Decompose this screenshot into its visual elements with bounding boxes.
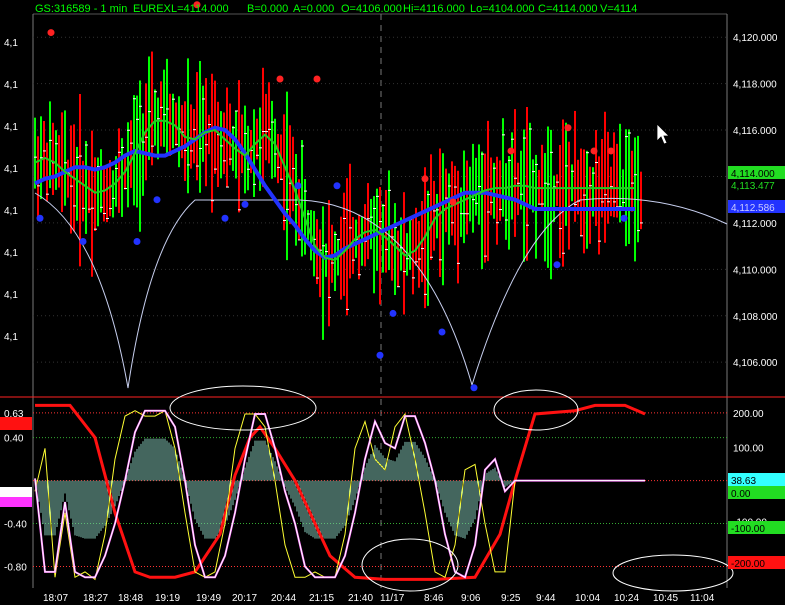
annotation-ellipse xyxy=(612,554,734,592)
swing-high-marker xyxy=(313,75,321,83)
osc-left-tick-label: 0.40 xyxy=(4,434,24,445)
swing-high-marker xyxy=(276,75,284,83)
swing-low-marker xyxy=(153,196,161,204)
swing-high-marker xyxy=(507,147,515,155)
swing-high-marker xyxy=(449,198,457,206)
osc-right-tick-label: 100.00 xyxy=(733,443,764,454)
osc-m004-box xyxy=(0,497,32,507)
x-tick-label: 21:40 xyxy=(348,593,373,604)
price-tick-label: 4,106.000 xyxy=(733,358,778,369)
x-tick-label: 9:06 xyxy=(461,593,481,604)
swing-low-marker xyxy=(294,182,302,190)
x-tick-label: 9:44 xyxy=(536,593,556,604)
swing-low-marker xyxy=(36,214,44,222)
price-left-tick-label: 4,1 xyxy=(4,122,18,133)
header-low: Lo=4104.000 xyxy=(470,3,535,15)
x-tick-label: 9:25 xyxy=(501,593,521,604)
price-left-tick-label: 4,1 xyxy=(4,206,18,217)
x-tick-label: 8:46 xyxy=(424,593,444,604)
swing-low-marker xyxy=(241,200,249,208)
swing-low-marker xyxy=(79,237,87,245)
x-tick-label: 11:04 xyxy=(690,593,715,604)
x-tick-label: 18:27 xyxy=(83,593,108,604)
x-tick-label: 10:04 xyxy=(575,593,600,604)
price-left-tick-label: 4,1 xyxy=(4,80,18,91)
price-tick-label: 4,108.000 xyxy=(733,312,778,323)
x-tick-label: 11/17 xyxy=(380,593,405,604)
swing-high-marker xyxy=(47,29,55,37)
header-volume: V=4114 xyxy=(600,3,637,15)
price-left-tick-label: 4,1 xyxy=(4,248,18,259)
header-close: C=4114.000 xyxy=(538,3,597,15)
cursor-icon xyxy=(656,123,670,145)
x-tick-label: 18:48 xyxy=(118,593,143,604)
osc-left-tick-label: -0.80 xyxy=(4,563,27,574)
osc-004-box xyxy=(0,487,32,497)
price-bars xyxy=(34,51,643,340)
swing-low-marker xyxy=(221,214,229,222)
header-symbol: GS:316589 - 1 min xyxy=(35,3,127,15)
swing-low-marker xyxy=(470,384,478,392)
price-left-tick-label: 4,1 xyxy=(4,38,18,49)
osc-left-tick-label: 0.04 xyxy=(4,472,24,483)
header-ask: A=0.000 xyxy=(293,3,334,15)
header-open: O=4106.000 xyxy=(341,3,402,15)
ma-slow-label: 4,112.586 xyxy=(731,203,775,214)
osc-red-line xyxy=(35,403,646,581)
price-tick-label: 4,112.000 xyxy=(733,219,777,230)
x-tick-label: 20:17 xyxy=(232,593,257,604)
swing-high-marker xyxy=(421,175,429,183)
header-bid: B=0.000 xyxy=(247,3,288,15)
swing-low-marker xyxy=(620,214,628,222)
annotation-ellipse xyxy=(493,389,579,431)
osc-063-box xyxy=(0,417,32,430)
osc-value-label: 38.63 xyxy=(731,476,756,487)
swing-low-marker xyxy=(376,351,384,359)
osc-left-tick-label: -0.40 xyxy=(4,520,27,531)
swing-low-marker xyxy=(389,309,397,317)
price-tick-label: 4,116.000 xyxy=(733,126,777,137)
x-tick-label: 19:19 xyxy=(155,593,180,604)
ma-fast-label: 4,113.477 xyxy=(731,181,775,192)
swing-low-marker xyxy=(438,328,446,336)
x-tick-label: 19:49 xyxy=(196,593,221,604)
swing-low-marker xyxy=(553,261,561,269)
oscillator-panel xyxy=(34,403,646,581)
x-tick-label: 20:44 xyxy=(271,593,296,604)
osc-magenta-line xyxy=(34,409,645,579)
osc-minus200-label: -200.00 xyxy=(731,559,765,570)
annotation-ellipse xyxy=(361,538,459,592)
trading-chart: 4,106.0004,108.0004,110.0004,112.0004,11… xyxy=(0,1,785,604)
header-exchange: EUREX xyxy=(133,3,172,15)
osc-right-tick-label: 200.00 xyxy=(733,409,764,420)
x-tick-label: 18:07 xyxy=(43,593,68,604)
osc-yellow-line xyxy=(34,410,645,581)
last-price-label: 4,114.000 xyxy=(731,169,775,180)
swing-low-marker xyxy=(333,182,341,190)
header-high: Hi=4116.000 xyxy=(403,3,465,15)
price-tick-label: 4,120.000 xyxy=(733,33,778,44)
axis-labels: 4,106.0004,108.0004,110.0004,112.0004,11… xyxy=(4,33,778,604)
price-tick-label: 4,110.000 xyxy=(733,265,777,276)
osc-minus100-label: -100.00 xyxy=(731,524,765,535)
header-last: L=4114.000 xyxy=(171,3,229,15)
swing-low-marker xyxy=(133,237,141,245)
price-left-tick-label: 4,1 xyxy=(4,290,18,301)
price-tick-label: 4,118.000 xyxy=(733,80,777,91)
swing-high-marker xyxy=(607,147,615,155)
swing-high-marker xyxy=(590,147,598,155)
x-tick-label: 21:15 xyxy=(309,593,334,604)
price-left-tick-label: 4,1 xyxy=(4,164,18,175)
x-tick-label: 10:45 xyxy=(653,593,678,604)
annotation-ellipse xyxy=(169,385,317,431)
swing-high-marker xyxy=(564,124,572,132)
price-left-tick-label: 4,1 xyxy=(4,332,18,343)
osc-zero-label: 0.00 xyxy=(731,489,751,500)
osc-white-line xyxy=(34,410,645,578)
x-tick-label: 10:24 xyxy=(614,593,639,604)
